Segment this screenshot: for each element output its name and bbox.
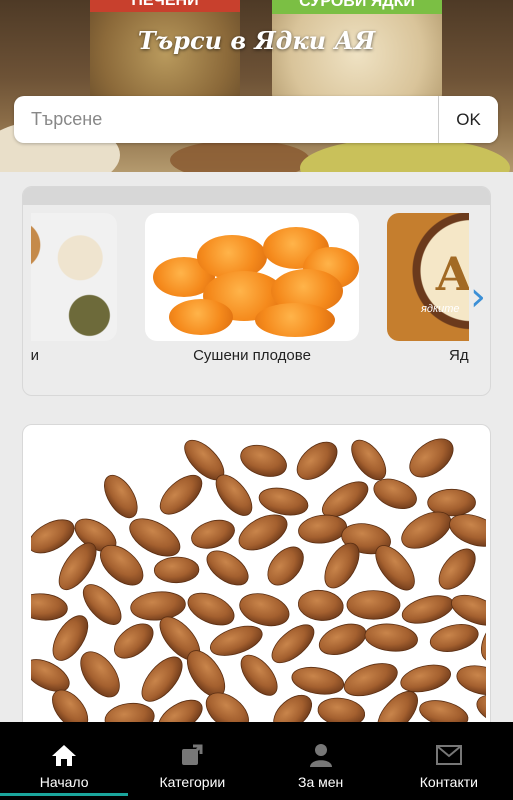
active-tab-indicator: [0, 793, 129, 796]
nav-label: Контакти: [419, 774, 478, 790]
category-card-dried-fruits[interactable]: Сушени плодове: [145, 211, 359, 381]
brand-logo-text: ядките: [421, 303, 460, 315]
header-banner: ПЕЧЕНИ СУРОВИ ЯДКИ Търси в Ядки АЯ: [0, 0, 513, 172]
almond: [343, 663, 398, 697]
search-input[interactable]: [14, 96, 438, 143]
almond: [297, 589, 344, 621]
almond: [298, 514, 348, 544]
nav-categories[interactable]: Категории: [128, 722, 256, 800]
bag-label-raw: СУРОВИ ЯДКИ: [272, 0, 442, 14]
decor-fruit: [170, 140, 310, 172]
almond: [409, 438, 454, 478]
decor-fig: [300, 138, 510, 172]
almond: [31, 593, 68, 621]
almond: [429, 624, 479, 652]
almond: [191, 519, 235, 549]
category-image-dried-apricots: [145, 213, 359, 341]
raw-nuts-bag-image: СУРОВИ ЯДКИ: [272, 0, 442, 110]
carousel-viewport: и Сушени плодове А ядките Яд: [31, 211, 469, 381]
almond: [291, 666, 345, 695]
featured-product-card[interactable]: [22, 424, 491, 754]
apricot: [255, 303, 335, 337]
almond: [209, 625, 263, 656]
carousel-header: [23, 187, 490, 205]
chevron-right-icon[interactable]: ›: [470, 277, 488, 319]
almond: [258, 487, 309, 516]
envelope-icon: [435, 742, 462, 768]
almond: [239, 593, 290, 627]
bag-label-roasted: ПЕЧЕНИ: [90, 0, 240, 12]
almond-group: [31, 438, 486, 753]
nav-home[interactable]: Начало: [0, 722, 129, 800]
nav-label: За мен: [297, 774, 344, 790]
nav-label: Начало: [39, 774, 89, 790]
almond: [318, 623, 367, 655]
almond: [153, 556, 200, 584]
nav-contacts[interactable]: Контакти: [385, 722, 513, 800]
almond: [159, 474, 203, 515]
almond: [456, 665, 486, 696]
category-label: Яд: [449, 347, 469, 364]
category-image-mixed-nuts: [31, 213, 117, 341]
search-ok-button[interactable]: OK: [438, 96, 498, 143]
home-icon: [51, 742, 77, 768]
almond: [364, 623, 418, 652]
category-image-brand-logo: А ядките: [387, 213, 469, 341]
apricot: [169, 299, 233, 335]
category-label: и: [31, 347, 39, 364]
almond: [141, 656, 183, 702]
bottom-navigation: Начало Категории За мен Контакти: [0, 722, 513, 800]
roasted-nuts-bag-image: ПЕЧЕНИ: [90, 0, 240, 110]
page-title: Търси в Ядки АЯ: [137, 26, 376, 55]
nav-label: Категории: [159, 774, 226, 790]
almond: [206, 550, 249, 586]
almond: [130, 591, 186, 621]
user-icon: [308, 742, 334, 768]
almond: [400, 664, 451, 693]
category-card-nuts[interactable]: А ядките Яд: [387, 211, 469, 381]
almond: [267, 546, 304, 586]
almond: [104, 474, 138, 519]
almond: [346, 590, 401, 620]
search-bar: OK: [14, 96, 498, 143]
external-link-icon: [179, 742, 205, 768]
category-label: Сушени плодове: [193, 347, 311, 364]
category-carousel[interactable]: и Сушени плодове А ядките Яд ›: [22, 186, 491, 396]
almond: [401, 595, 454, 624]
nav-about[interactable]: За мен: [257, 722, 385, 800]
category-card-mixed-nuts[interactable]: и: [31, 211, 117, 381]
almonds-image: [31, 438, 486, 753]
almond: [351, 439, 387, 481]
almond: [187, 592, 235, 626]
almond: [240, 444, 287, 477]
almond: [296, 441, 338, 480]
almond: [438, 548, 476, 590]
brand-logo-letter: А: [435, 247, 469, 301]
almond: [483, 545, 486, 586]
